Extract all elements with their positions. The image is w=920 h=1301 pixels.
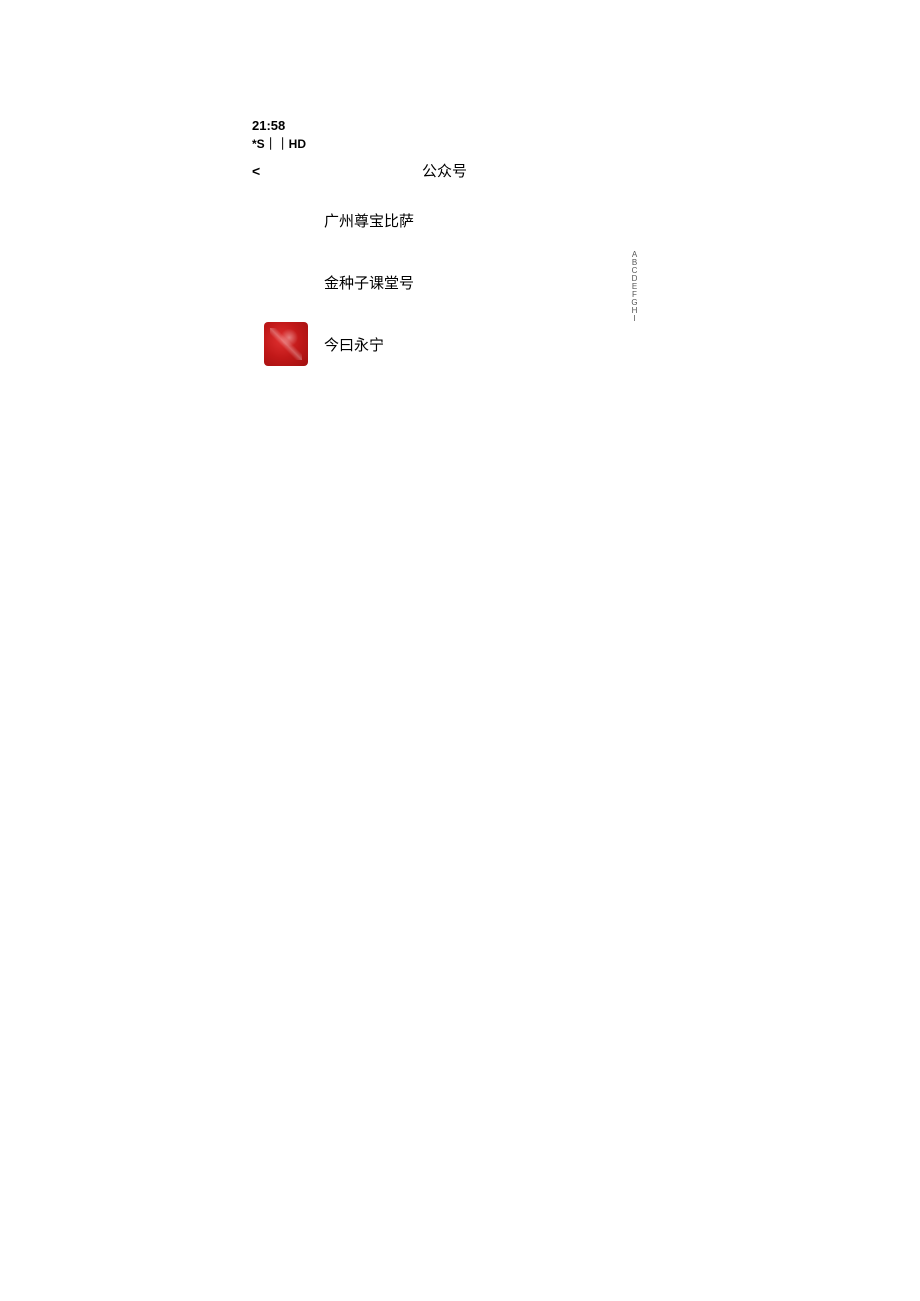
page-title: 公众号 [422, 160, 467, 181]
account-name: 金种子课堂号 [324, 272, 414, 293]
avatar [264, 198, 308, 242]
account-name: 今曰永宁 [324, 334, 384, 355]
avatar [264, 322, 308, 366]
account-item[interactable]: 广州尊宝比萨 [252, 189, 652, 251]
alpha-index[interactable]: ABCDEFGHI [630, 250, 638, 322]
status-time: 21:58 [252, 118, 652, 133]
status-indicators: *S｜｜HD [252, 135, 652, 152]
account-item[interactable]: 今曰永宁 [252, 313, 652, 375]
back-button[interactable]: < [252, 163, 272, 179]
account-name: 广州尊宝比萨 [324, 210, 414, 231]
avatar [264, 260, 308, 304]
account-item[interactable]: 金种子课堂号 [252, 251, 652, 313]
